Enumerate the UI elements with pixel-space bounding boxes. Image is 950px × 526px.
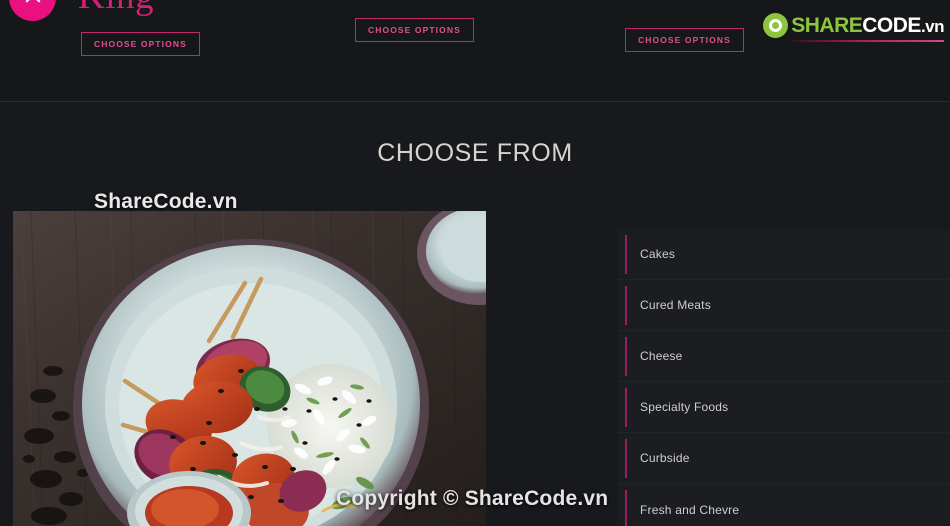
logo-vn-text: .vn [920,16,945,36]
category-accent-bar [625,337,627,376]
category-label: Specialty Foods [640,400,729,414]
category-item-curbside[interactable]: Curbside [617,433,950,484]
category-label: Cakes [640,247,676,261]
category-label: Curbside [640,451,690,465]
category-item-specialty-foods[interactable]: Specialty Foods [617,382,950,433]
category-accent-bar [625,286,627,325]
category-label: Cured Meats [640,298,711,312]
product-title[interactable]: King [78,0,154,18]
category-item-cured-meats[interactable]: Cured Meats [617,280,950,331]
logo-code-text: CODE [862,13,921,37]
category-item-cheese[interactable]: Cheese [617,331,950,382]
category-feature-photo[interactable] [13,211,486,526]
page-root: King ... CHOOSE OPTIONS CHOOSE OPTIONS C… [0,0,950,526]
logo-share-text: SHARE [791,13,863,37]
category-accent-bar [625,439,627,478]
watermark-sharecode: ShareCode.vn [94,190,238,213]
category-label: Cheese [640,349,683,363]
choose-options-button-1[interactable]: CHOOSE OPTIONS [81,32,200,56]
watermark-copyright: Copyright © ShareCode.vn [336,487,609,510]
category-item-cakes[interactable]: Cakes [617,229,950,280]
chevron-up-icon [25,0,40,2]
logo-underline [792,40,944,42]
category-accent-bar [625,235,627,274]
category-item-fresh-and-chevre[interactable]: Fresh and Chevre [617,484,950,526]
scroll-to-top-button[interactable] [9,0,56,21]
food-photo-image [13,211,486,526]
choose-options-button-2[interactable]: CHOOSE OPTIONS [355,18,474,42]
section-heading: CHOOSE FROM [377,139,573,167]
choose-options-button-3[interactable]: CHOOSE OPTIONS [625,28,744,52]
category-list: Cakes Cured Meats Cheese Specialty Foods… [617,229,950,526]
category-accent-bar [625,388,627,427]
category-label: Fresh and Chevre [640,502,740,517]
sharecode-logo: SHARECODE.vn [763,11,945,39]
sharecode-recycle-icon [763,12,789,38]
category-accent-bar [625,490,627,526]
